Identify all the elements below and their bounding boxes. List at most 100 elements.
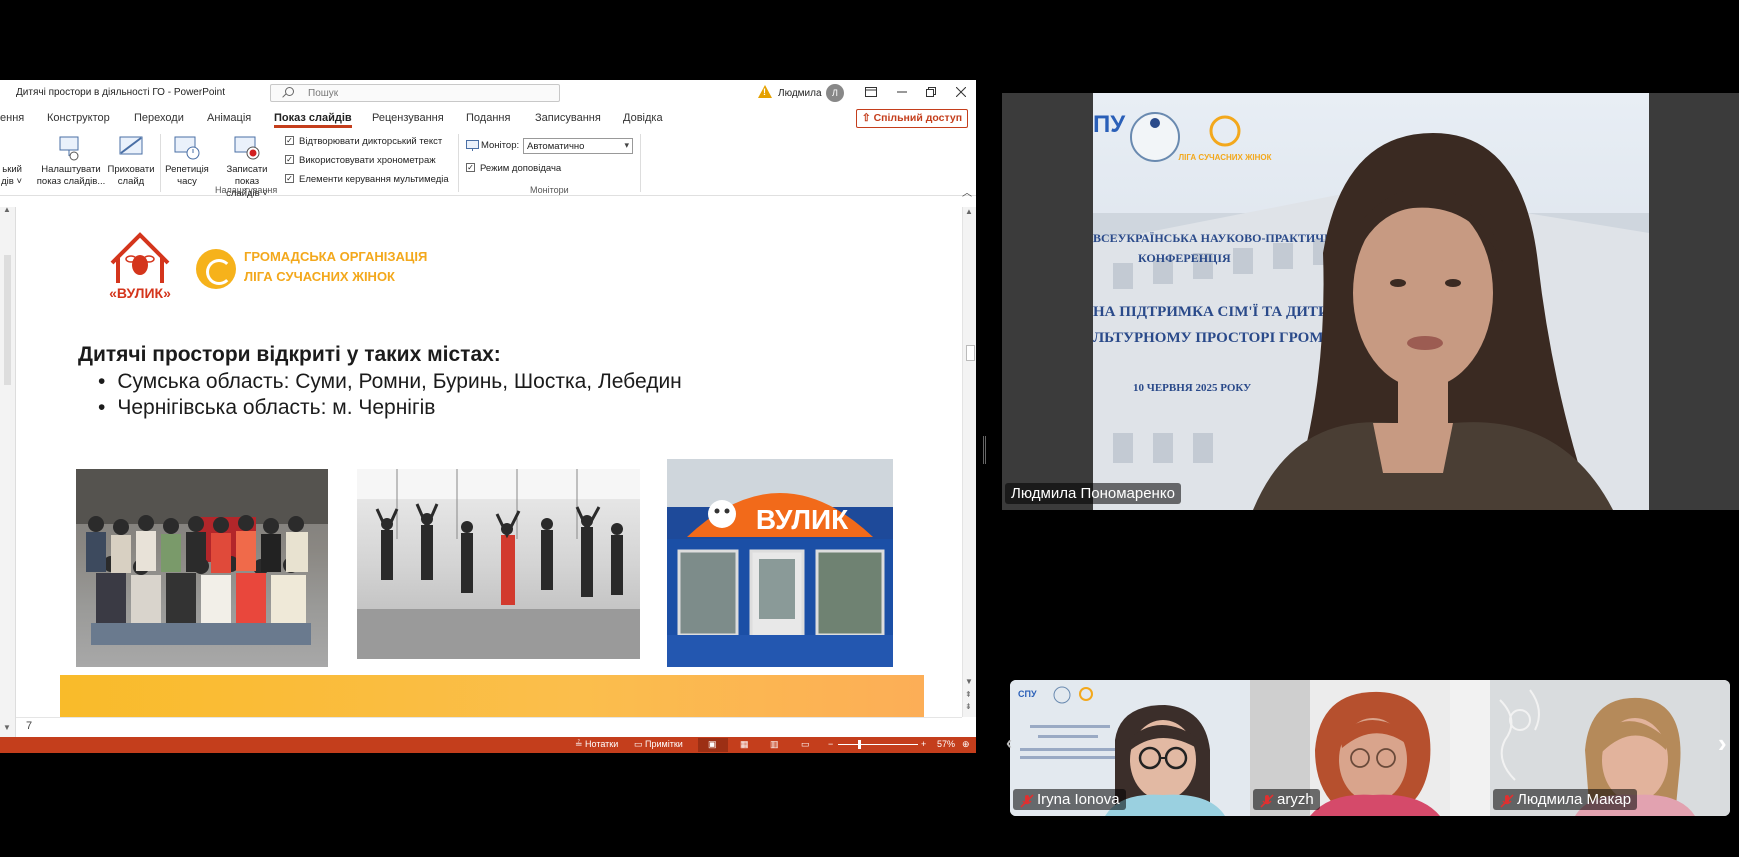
- previous-page-icon[interactable]: ‹: [1006, 733, 1012, 754]
- next-slide-icon[interactable]: ⇟: [965, 702, 972, 711]
- zoom-level[interactable]: 57%: [937, 739, 955, 749]
- scroll-down-icon[interactable]: ▼: [965, 677, 973, 686]
- ribbon-separator: [640, 134, 641, 192]
- participant-strip: СПУ Iryna Ionova aryzh Людмила Макар: [1010, 680, 1730, 816]
- backdrop-line-4: ЛЬТУРНОМУ ПРОСТОРІ ГРОМА: [1093, 330, 1334, 346]
- backdrop-line-1: ВСЕУКРАЇНСЬКА НАУКОВО-ПРАКТИЧНА: [1093, 231, 1342, 245]
- sign-text: ВУЛИК: [756, 504, 849, 535]
- setup-show-label-1: Налаштувати: [41, 164, 101, 175]
- scroll-thumb[interactable]: [966, 345, 975, 361]
- reading-view-icon[interactable]: ▥: [770, 739, 779, 750]
- hide-slide-button[interactable]: Приховати слайд: [106, 134, 156, 188]
- search-placeholder: Пошук: [308, 88, 339, 99]
- slideshow-icon[interactable]: ▭: [801, 739, 810, 750]
- hide-slide-label-2: слайд: [117, 176, 145, 187]
- fit-to-window-icon[interactable]: ⊕: [962, 739, 970, 750]
- tab-insert[interactable]: ення: [0, 112, 24, 124]
- tab-recording[interactable]: Записування: [535, 112, 601, 124]
- participant-tile-iryna[interactable]: СПУ Iryna Ionova: [1010, 680, 1250, 816]
- speaker-name-tag: Людмила Пономаренко: [1005, 483, 1181, 504]
- vulyk-building-photo: ВУЛИК: [667, 459, 893, 667]
- setup-show-button[interactable]: Налаштувати показ слайдів...: [36, 134, 106, 188]
- timings-label: Використовувати хронометраж: [299, 155, 436, 166]
- backdrop-line-2: КОНФЕРЕНЦІЯ: [1138, 251, 1231, 265]
- media-controls-label: Елементи керування мультимедіа: [299, 174, 449, 185]
- monitors-group-label: Монітори: [530, 185, 569, 195]
- narration-checkbox[interactable]: ✓: [285, 136, 294, 145]
- search-icon: [285, 87, 294, 96]
- zoom-in-icon[interactable]: +: [921, 739, 926, 749]
- close-icon[interactable]: [952, 84, 970, 102]
- minimize-icon[interactable]: [893, 84, 911, 102]
- notes-button[interactable]: ≟ Нотатки: [575, 739, 618, 750]
- hide-slide-label-1: Приховати: [107, 164, 155, 175]
- share-icon: ⇧: [861, 112, 874, 124]
- previous-slide-icon[interactable]: ⇞: [965, 690, 972, 699]
- custom-show-button[interactable]: ький дів ˅: [0, 164, 22, 188]
- tab-animations[interactable]: Анімація: [207, 112, 251, 124]
- zoom-slider-thumb[interactable]: [858, 740, 861, 749]
- scroll-up-icon[interactable]: ▲: [3, 205, 11, 214]
- rehearse-label-1: Репетиція: [165, 164, 209, 175]
- dance-photo: [357, 469, 640, 659]
- backdrop-spu-text: ПУ: [1093, 111, 1126, 138]
- group-photo: [76, 469, 328, 667]
- user-name[interactable]: Людмила: [778, 88, 822, 99]
- tab-view[interactable]: Подання: [466, 112, 510, 124]
- vulyk-logo: «ВУЛИК»: [109, 232, 171, 301]
- rehearse-timings-button[interactable]: Репетиція часу: [162, 134, 212, 188]
- collapse-ribbon-icon[interactable]: ︿: [962, 184, 972, 199]
- slide-number: 7: [26, 720, 33, 732]
- monitor-icon: [466, 140, 479, 151]
- tab-help[interactable]: Довідка: [623, 112, 663, 124]
- search-box[interactable]: Пошук: [270, 84, 560, 102]
- bullet-sumy: Сумська область: Суми, Ромни, Буринь, Шо…: [98, 369, 681, 395]
- tab-transitions[interactable]: Переходи: [134, 112, 184, 124]
- ribbon-display-icon[interactable]: [862, 84, 880, 102]
- share-button[interactable]: ⇧ Спільний доступ: [856, 109, 968, 128]
- share-label: Спільний доступ: [873, 112, 963, 124]
- slide-canvas[interactable]: «ВУЛИК» ГРОМАДСЬКА ОРГАНІЗАЦІЯ ЛІГА СУЧА…: [20, 207, 960, 723]
- ribbon: ький дів ˅ Налаштувати показ слайдів... …: [0, 130, 976, 199]
- speaker-video-image: ПУ ЛІГА СУЧАСНИХ ЖІНОК ВСЕУКРАЇНСЬКА НАУ…: [1093, 111, 1649, 510]
- restore-icon[interactable]: [922, 84, 940, 102]
- warning-icon[interactable]: [758, 85, 772, 98]
- rehearse-icon: [174, 136, 200, 160]
- presenter-view-checkbox[interactable]: ✓: [466, 163, 475, 172]
- participant-tile-aryzh[interactable]: aryzh: [1250, 680, 1490, 816]
- tab-design[interactable]: Конструктор: [47, 112, 110, 124]
- org-line-2: ЛІГА СУЧАСНИХ ЖІНОК: [244, 269, 395, 284]
- comments-button[interactable]: ▭ Примітки: [634, 739, 683, 750]
- tab-review[interactable]: Рецензування: [372, 112, 444, 124]
- tab-slide-show[interactable]: Показ слайдів: [274, 112, 352, 128]
- slide-sorter-icon[interactable]: ▦: [740, 739, 749, 750]
- thumbnail-pane-scrollbar[interactable]: ▲ ▼: [0, 205, 16, 747]
- zoom-slider[interactable]: [838, 744, 918, 745]
- scroll-down-icon[interactable]: ▼: [3, 723, 11, 732]
- slide-scrollbar[interactable]: ▲ ▼ ⇞ ⇟: [962, 207, 976, 717]
- scroll-up-icon[interactable]: ▲: [965, 207, 973, 216]
- monitor-label: Монітор:: [481, 140, 520, 151]
- setup-group-label: Налаштування: [215, 185, 278, 195]
- notes-icon: ≟: [575, 739, 586, 749]
- next-page-icon[interactable]: ›: [1718, 728, 1727, 759]
- scroll-thumb[interactable]: [4, 255, 11, 385]
- thumb-spu-text: СПУ: [1018, 689, 1037, 699]
- media-controls-checkbox[interactable]: ✓: [285, 174, 294, 183]
- narration-label: Відтворювати дикторський текст: [299, 136, 443, 147]
- custom-show-label-1: ький: [2, 164, 22, 175]
- notes-pane[interactable]: 7: [16, 717, 962, 735]
- slide-bullets: Сумська область: Суми, Ромни, Буринь, Шо…: [98, 369, 682, 421]
- backdrop-line-3: НА ПІДТРИМКА СІМ'Ї ТА ДИТИН: [1093, 304, 1342, 320]
- backdrop-line-5: 10 ЧЕРВНЯ 2025 РОКУ: [1133, 382, 1251, 394]
- bullet-chernihiv: Чернігівська область: м. Чернігів: [98, 395, 682, 421]
- liga-logo-icon: [196, 249, 236, 289]
- participant-tile-liudmyla[interactable]: Людмила Макар: [1490, 680, 1730, 816]
- timings-checkbox[interactable]: ✓: [285, 155, 294, 164]
- avatar[interactable]: Л: [826, 84, 844, 102]
- monitor-select[interactable]: Автоматично: [523, 138, 633, 154]
- comments-icon: ▭: [634, 739, 646, 749]
- zoom-out-icon[interactable]: −: [828, 739, 833, 749]
- active-speaker-video[interactable]: ПУ ЛІГА СУЧАСНИХ ЖІНОК ВСЕУКРАЇНСЬКА НАУ…: [1002, 93, 1739, 510]
- splitter-handle[interactable]: [983, 436, 986, 464]
